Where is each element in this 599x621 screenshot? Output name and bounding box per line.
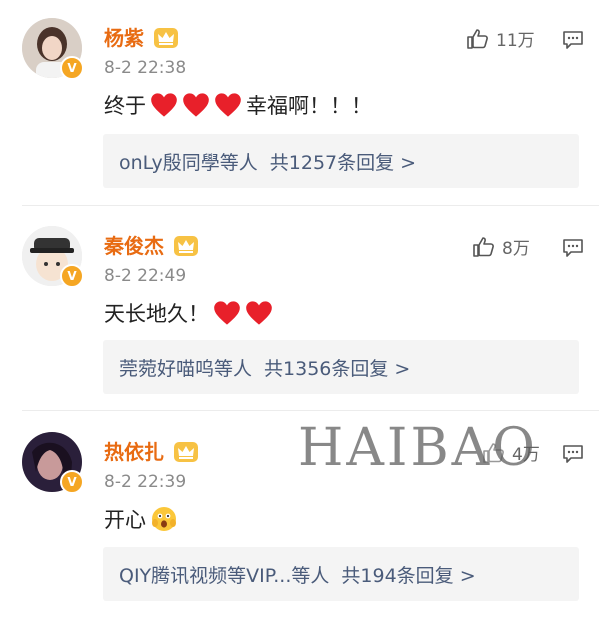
comment-bubble-icon[interactable] xyxy=(562,30,584,50)
heart-emoji-icon xyxy=(246,301,272,325)
username-text[interactable]: 热依扎 xyxy=(104,440,164,464)
divider xyxy=(22,410,599,411)
verified-v-icon: V xyxy=(60,56,84,80)
username[interactable]: 杨紫 xyxy=(104,22,179,51)
comment-item: V 秦俊杰 8-2 22:49 天长地久！ 8万 莞菀好喵呜等人 共1356条回… xyxy=(0,208,599,413)
replies-count: 共1257条回复 > xyxy=(269,151,417,174)
verified-v-icon: V xyxy=(60,264,84,288)
heart-emoji-icon xyxy=(215,93,241,117)
replies-link[interactable]: onLy殷同學等人 共1257条回复 > xyxy=(103,134,579,188)
username-text[interactable]: 杨紫 xyxy=(104,26,144,50)
avatar[interactable]: V xyxy=(22,226,84,288)
crown-badge-icon xyxy=(173,236,198,256)
verified-v-icon: V xyxy=(60,470,84,494)
replies-count: 共1356条回复 > xyxy=(264,357,411,380)
username[interactable]: 热依扎 xyxy=(104,436,199,465)
watermark: HAIBAO xyxy=(298,418,538,478)
replies-users: 莞菀好喵呜等人 xyxy=(119,357,253,380)
shocked-face-emoji-icon xyxy=(152,507,176,531)
username-text[interactable]: 秦俊杰 xyxy=(104,234,164,258)
replies-link[interactable]: 莞菀好喵呜等人 共1356条回复 > xyxy=(103,340,579,394)
like-button[interactable]: 11万 xyxy=(466,26,535,51)
username[interactable]: 秦俊杰 xyxy=(104,230,199,259)
comment-text-part: 幸福啊！！！ xyxy=(246,94,372,118)
like-button[interactable]: 8万 xyxy=(472,234,530,259)
replies-count: 共194条回复 > xyxy=(341,564,476,587)
thumbs-up-icon xyxy=(467,28,488,49)
heart-emoji-icon xyxy=(214,301,240,325)
thumbs-up-icon xyxy=(473,236,494,257)
comment-text: 天长地久！ xyxy=(104,298,273,328)
comment-text-part: 开心 xyxy=(104,508,146,532)
divider xyxy=(22,205,599,206)
comment-text-part: 终于 xyxy=(104,94,146,118)
like-count: 11万 xyxy=(496,31,535,51)
crown-badge-icon xyxy=(173,442,198,462)
comment-bubble-icon[interactable] xyxy=(562,444,584,464)
comment-text: 终于 幸福啊！！！ xyxy=(104,90,372,120)
heart-emoji-icon xyxy=(183,93,209,117)
replies-users: onLy殷同學等人 xyxy=(119,151,258,174)
like-count: 8万 xyxy=(502,239,530,259)
replies-link[interactable]: QIY腾讯视频等VIP...等人 共194条回复 > xyxy=(103,547,579,601)
avatar[interactable]: V xyxy=(22,432,84,494)
comment-text: 开心 xyxy=(104,504,178,534)
avatar[interactable]: V xyxy=(22,18,84,80)
replies-users: QIY腾讯视频等VIP...等人 xyxy=(119,564,330,587)
comment-bubble-icon[interactable] xyxy=(562,238,584,258)
crown-badge-icon xyxy=(153,28,178,48)
comment-time: 8-2 22:38 xyxy=(104,58,187,78)
comment-time: 8-2 22:49 xyxy=(104,266,187,286)
comment-item: V 杨紫 8-2 22:38 终于 幸福啊！！！ 11万 onLy殷同學等人 共… xyxy=(0,0,599,205)
comment-time: 8-2 22:39 xyxy=(104,472,187,492)
comment-text-part: 天长地久！ xyxy=(104,302,209,326)
heart-emoji-icon xyxy=(151,93,177,117)
